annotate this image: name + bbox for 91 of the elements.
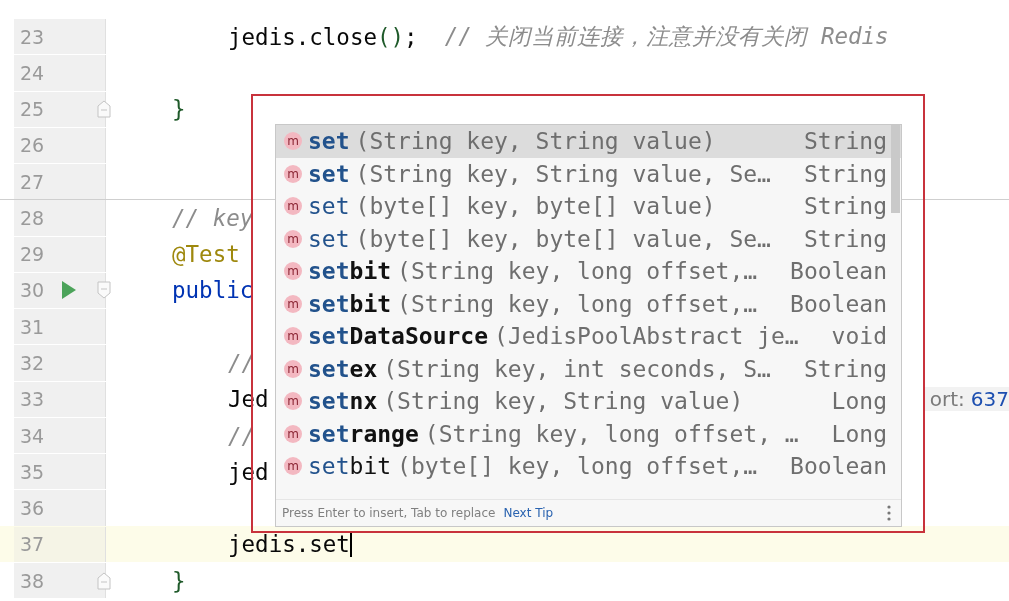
return-type: String [803,193,887,220]
method-icon: m [284,392,302,411]
return-type: Long [831,388,887,415]
code-comment: // 关闭当前连接，注意并没有关闭 Redis [444,22,889,52]
more-icon[interactable] [887,505,891,521]
method-icon: m [284,262,302,281]
method-name: setbit [308,258,392,285]
method-params: (String key, long offset,… [397,258,758,285]
method-name: setbit [308,290,392,317]
run-icon[interactable] [62,281,76,300]
line-number: 32 [19,352,46,374]
code-text: jedis.close [228,23,377,50]
scrollbar-thumb[interactable] [891,125,900,213]
line-number: 33 [19,388,46,411]
method-name: setnx [308,388,378,415]
next-tip-link[interactable]: Next Tip [503,506,554,520]
line-number: 35 [19,460,46,483]
line-number: 37 [19,533,46,556]
method-params: (byte[] key, long offset,… [397,453,758,480]
method-params: (byte[] key, byte[] value) [355,193,716,220]
method-icon: m [284,457,302,476]
code-text: } [172,567,186,594]
completion-item[interactable]: m setbit (byte[] key, long offset,… Boolean [276,450,901,483]
line-number: 23 [19,25,46,48]
method-icon: m [284,424,302,443]
method-icon: m [284,294,302,313]
line-number: 30 [19,279,46,302]
return-type: String [803,225,887,252]
return-type: Boolean [790,258,887,285]
method-name: setbit [308,453,392,480]
return-type: String [803,160,887,187]
return-type: String [803,128,887,155]
line-number: 34 [19,424,46,447]
method-icon: m [284,132,302,151]
code-text: jedis.set [228,531,350,558]
method-name: set [308,193,350,220]
line-number: 29 [19,243,46,266]
completion-item[interactable]: m set (String key, String value, Se… String [276,157,901,190]
method-name: set [308,160,350,187]
completion-item[interactable]: m setDataSource (JedisPoolAbstract je… void [276,320,901,353]
completion-item[interactable]: m setnx (String key, String value) Long [276,385,901,418]
line-number: 25 [19,98,46,121]
line-number: 24 [19,61,46,84]
return-type: Boolean [790,453,887,480]
method-name: set [308,128,350,155]
method-name: setex [308,355,378,382]
return-type: Boolean [790,290,887,317]
line-number: 28 [19,206,46,229]
method-params: (String key, long offset,… [397,290,758,317]
fold-icon[interactable] [97,100,111,119]
completion-item[interactable]: m set (byte[] key, byte[] value) String [276,190,901,223]
completion-item[interactable]: m setbit (String key, long offset,… Boolean [276,255,901,288]
line-number: 31 [19,315,46,338]
line-number: 26 [19,134,46,157]
return-type: Long [831,420,887,447]
method-icon: m [284,229,302,248]
method-name: setrange [308,420,419,447]
method-params: (String key, String value, Se… [355,160,771,187]
method-name: set [308,225,350,252]
code-text: ; [404,23,418,50]
completion-item[interactable]: m set (String key, String value) String [276,125,901,158]
fold-icon[interactable] [97,571,111,590]
method-icon: m [284,327,302,346]
completion-item[interactable]: m set (byte[] key, byte[] value, Se… String [276,222,901,255]
return-type: String [803,355,887,382]
method-params: (String key, String value) [355,128,716,155]
code-comment: // key [172,204,254,231]
hint-label: ort: [929,387,965,412]
method-params: (String key, String value) [383,388,744,415]
code-text: } [172,96,186,123]
method-name: setDataSource [308,323,489,350]
completion-item[interactable]: m setrange (String key, long offset, … Long [276,417,901,450]
hint-value: 637 [970,387,1009,412]
completion-item[interactable]: m setbit (String key, long offset,… Boolean [276,287,901,320]
code-text: () [377,23,405,50]
method-icon: m [284,359,302,378]
line-number: 36 [19,497,46,520]
completion-item[interactable]: m setex (String key, int seconds, S… String [276,352,901,385]
method-params: (byte[] key, byte[] value, Se… [355,225,771,252]
method-icon: m [284,164,302,183]
method-params: (String key, long offset, … [424,420,799,447]
footer-hint: Press Enter to insert, Tab to replace [282,506,496,520]
fold-icon[interactable] [97,281,111,300]
method-icon: m [284,197,302,216]
return-type: void [831,323,887,350]
method-params: (JedisPoolAbstract je… [494,323,799,350]
line-number: 27 [19,170,46,193]
line-number: 38 [19,569,46,592]
code-text: @Test [172,241,240,268]
code-text: public [172,277,254,304]
method-params: (String key, int seconds, S… [383,355,771,382]
